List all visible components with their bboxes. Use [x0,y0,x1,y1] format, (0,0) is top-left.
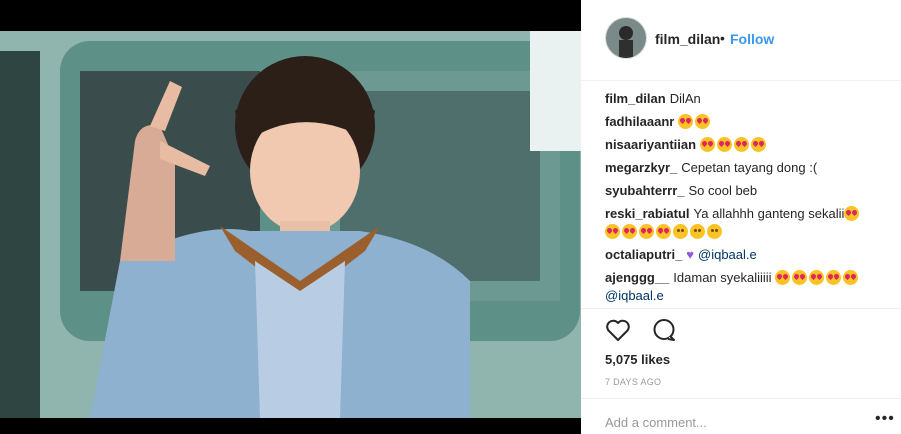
likes-count[interactable]: 5,075 likes [605,352,670,367]
comment-text: DilAn [669,91,701,106]
comment-item: fadhilaaanr [605,113,887,131]
post-header: film_dilan • Follow [581,0,901,81]
comment-mention[interactable]: @iqbaal.e [698,247,757,262]
follow-button[interactable]: Follow [730,31,774,47]
comment-username[interactable]: reski_rabiatul [605,206,690,221]
post-side-panel: film_dilan • Follow film_dilan DilAn fadh… [581,0,901,434]
heart-eyes-emoji-icon [843,270,859,285]
heart-eyes-emoji-icon [678,114,694,129]
divider [581,398,901,399]
comment-username[interactable]: fadhilaaanr [605,114,674,129]
comment-input[interactable]: Add a comment... [605,415,707,430]
heart-eyes-emoji-icon [775,270,791,285]
comment-text: Idaman syekaliiiii [673,270,772,285]
heart-eyes-emoji-icon [809,270,825,285]
purple-heart-icon: ♥ [686,247,695,262]
heart-eyes-emoji-icon [792,270,808,285]
post-timestamp: 7 DAYS AGO [605,377,662,387]
comment-username[interactable]: syubahterrr_ [605,183,684,198]
heart-eyes-emoji-icon [717,137,733,152]
heart-eyes-emoji-icon [826,270,842,285]
comment-item: film_dilan DilAn [605,90,887,108]
comment-username[interactable]: film_dilan [605,91,666,106]
heart-eyes-emoji-icon [605,224,620,239]
comment-item: reski_rabiatul Ya allahhh ganteng sekalii [605,205,887,241]
comment-username[interactable]: nisaariyantiian [605,137,696,152]
post-photo [0,31,581,418]
heart-eyes-emoji-icon [751,137,767,152]
heart-eyes-emoji-icon [656,224,671,239]
comment-mention[interactable]: @iqbaal.e [605,288,664,303]
comment-text: Cepetan tayang dong :( [681,160,818,175]
comment-icon[interactable] [651,318,677,347]
heart-eyes-emoji-icon [700,137,716,152]
comment-text: Ya allahhh ganteng sekalii [693,206,845,221]
post-username[interactable]: film_dilan [655,31,720,47]
comment-username[interactable]: ajenggg__ [605,270,669,285]
comment-username[interactable]: megarzkyr_ [605,160,677,175]
heart-eyes-emoji-icon [639,224,654,239]
comment-item: syubahterrr_ So cool beb [605,182,887,200]
comment-item: octaliaputri_ ♥ @iqbaal.e [605,246,887,264]
heart-outline-icon[interactable] [605,318,631,347]
comment-list: film_dilan DilAn fadhilaaanr nisaariyanti… [605,90,887,311]
blush-emoji-icon [673,224,688,239]
comment-item: nisaariyantiian [605,136,887,154]
avatar[interactable] [605,17,647,59]
comment-text: So cool beb [688,183,758,198]
comment-username[interactable]: octaliaputri_ [605,247,682,262]
comment-item: megarzkyr_ Cepetan tayang dong :( [605,159,887,177]
comment-item: ajenggg__ Idaman syekaliiiii @iqbaal.e [605,269,887,305]
separator-dot: • [720,30,725,46]
divider [581,308,901,309]
more-options-button[interactable]: ••• [875,410,895,428]
action-bar [605,318,693,344]
media-area [0,0,581,434]
heart-eyes-emoji-icon [622,224,637,239]
blush-emoji-icon [690,224,705,239]
blush-emoji-icon [707,224,722,239]
heart-eyes-emoji-icon [844,206,860,221]
heart-eyes-emoji-icon [695,114,711,129]
heart-eyes-emoji-icon [734,137,750,152]
